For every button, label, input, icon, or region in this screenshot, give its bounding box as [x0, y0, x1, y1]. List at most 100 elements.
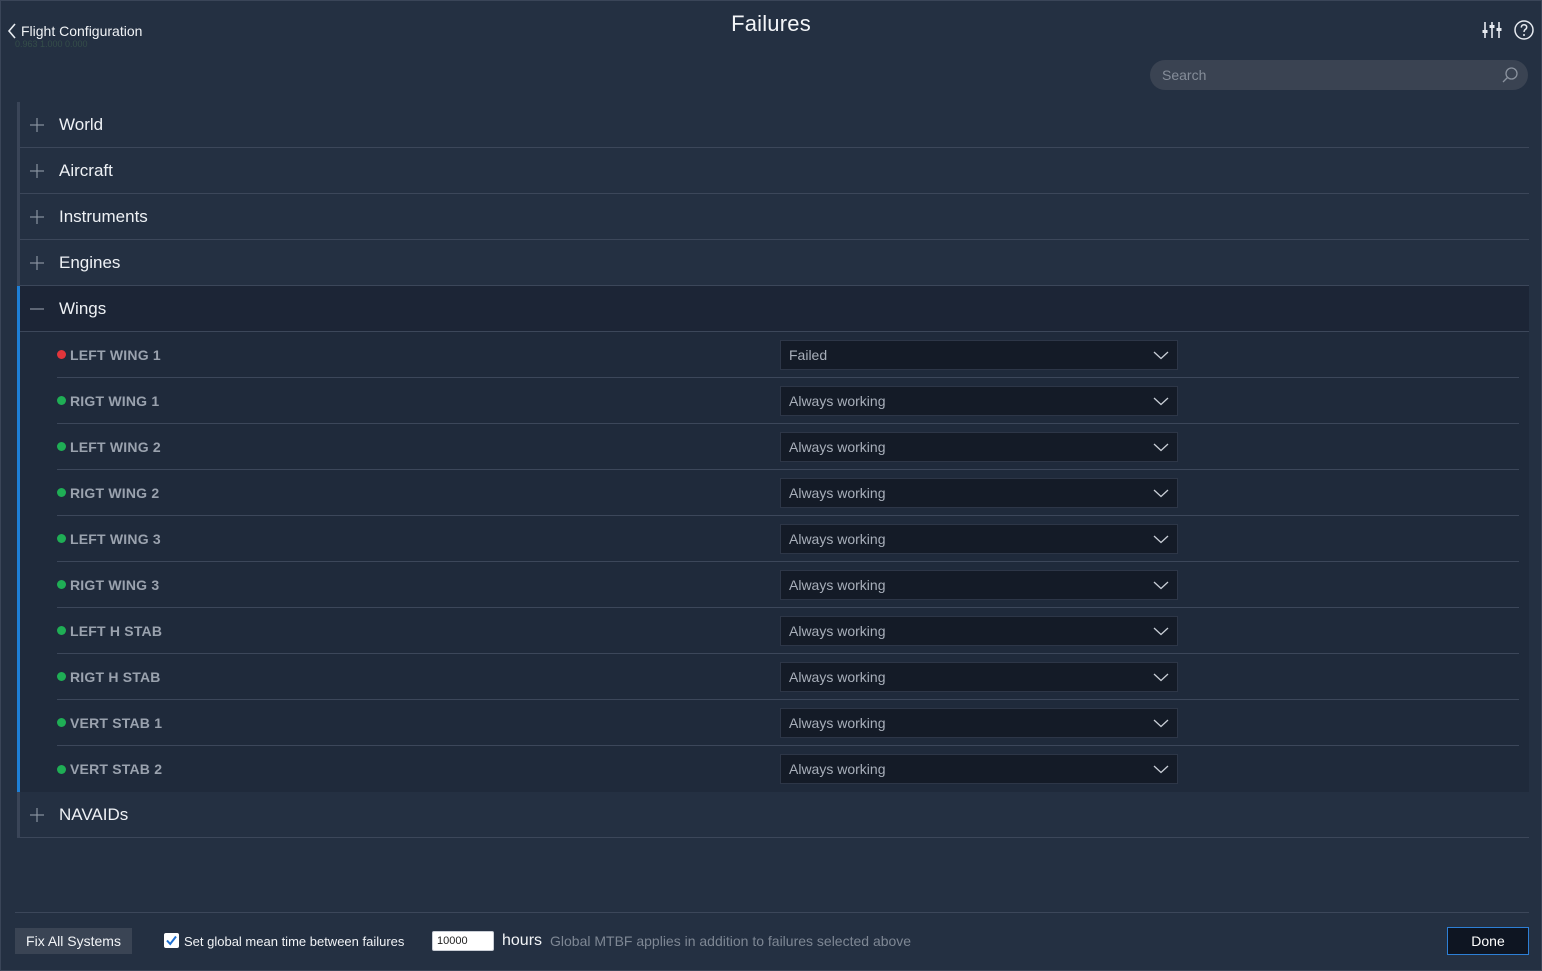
help-circle-icon[interactable]	[1513, 19, 1535, 41]
expand-plus-icon	[30, 255, 44, 270]
collapse-minus-icon	[30, 307, 44, 310]
global-mtbf-label: Set global mean time between failures	[184, 934, 405, 949]
global-mtbf-checkbox[interactable]	[164, 933, 179, 948]
failure-name: LEFT WING 3	[70, 530, 161, 547]
status-dot-icon	[57, 626, 66, 635]
category-engines[interactable]: Engines	[20, 240, 1529, 286]
dropdown-value: Always working	[789, 485, 886, 501]
mtbf-hours-input[interactable]	[432, 931, 494, 951]
category-aircraft[interactable]: Aircraft	[20, 148, 1529, 194]
failure-name: LEFT WING 2	[70, 438, 161, 455]
status-dot-icon	[57, 672, 66, 681]
wing-failure-rows: LEFT WING 1 Failed RIGT WING 1 Always worki…	[20, 332, 1529, 792]
failure-mode-dropdown[interactable]: Always working	[780, 478, 1178, 508]
status-dot-icon	[57, 396, 66, 405]
search-icon[interactable]	[1500, 65, 1520, 85]
expand-plus-icon	[30, 117, 44, 132]
failure-name: VERT STAB 1	[70, 714, 163, 731]
category-instruments[interactable]: Instruments	[20, 194, 1529, 240]
dropdown-value: Always working	[789, 669, 886, 685]
dropdown-value: Always working	[789, 577, 886, 593]
header-bar: Flight Configuration 0.963 1.000 0.000 F…	[1, 1, 1541, 49]
dropdown-value: Always working	[789, 761, 886, 777]
chevron-down-icon	[1153, 443, 1169, 452]
failure-mode-dropdown[interactable]: Failed	[780, 340, 1178, 370]
chevron-down-icon	[1153, 719, 1169, 728]
failure-row: RIGT WING 3 Always working	[57, 562, 1519, 608]
dropdown-value: Always working	[789, 715, 886, 731]
chevron-down-icon	[1153, 765, 1169, 774]
expand-plus-icon	[30, 163, 44, 178]
dropdown-value: Failed	[789, 347, 828, 363]
failure-name: RIGT WING 2	[70, 484, 160, 501]
failure-mode-dropdown[interactable]: Always working	[780, 386, 1178, 416]
status-dot-icon	[57, 534, 66, 543]
failure-name: RIGT WING 1	[70, 392, 160, 409]
failure-row: VERT STAB 1 Always working	[57, 700, 1519, 746]
failures-window: Flight Configuration 0.963 1.000 0.000 F…	[0, 0, 1542, 971]
status-dot-icon	[57, 764, 66, 774]
ghost-overlay-text: 0.963 1.000 0.000	[15, 39, 88, 49]
status-dot-icon	[57, 580, 66, 589]
failure-category-list: World Aircraft Instruments Engines Wings…	[17, 102, 1529, 838]
failure-row: RIGT H STAB Always working	[57, 654, 1519, 700]
failure-name: VERT STAB 2	[70, 761, 163, 777]
checkmark-icon	[166, 935, 177, 946]
failure-mode-dropdown[interactable]: Always working	[780, 432, 1178, 462]
expand-plus-icon	[30, 807, 44, 822]
failure-name: LEFT WING 1	[70, 346, 161, 363]
category-label: NAVAIDs	[59, 804, 129, 824]
failure-mode-dropdown[interactable]: Always working	[780, 708, 1178, 738]
sliders-icon[interactable]	[1481, 19, 1503, 41]
chevron-down-icon	[1153, 535, 1169, 544]
status-dot-icon	[57, 718, 66, 727]
chevron-down-icon	[1153, 673, 1169, 682]
footer-divider	[15, 912, 1529, 913]
failure-mode-dropdown[interactable]: Always working	[780, 662, 1178, 692]
failure-row: RIGT WING 1 Always working	[57, 378, 1519, 424]
expand-plus-icon	[30, 209, 44, 224]
failure-mode-dropdown[interactable]: Always working	[780, 616, 1178, 646]
dropdown-value: Always working	[789, 623, 886, 639]
chevron-down-icon	[1153, 397, 1169, 406]
hours-label: hours	[502, 932, 543, 949]
chevron-down-icon	[1153, 489, 1169, 498]
failure-mode-dropdown[interactable]: Always working	[780, 754, 1178, 784]
failure-name: RIGT H STAB	[70, 668, 161, 685]
dropdown-value: Always working	[789, 439, 886, 455]
category-label: Wings	[59, 298, 107, 318]
dropdown-value: Always working	[789, 393, 886, 409]
category-navaids[interactable]: NAVAIDs	[20, 792, 1529, 838]
category-label: Aircraft	[59, 160, 113, 180]
content-panel: World Aircraft Instruments	[9, 49, 1539, 909]
category-label: Engines	[59, 252, 121, 272]
chevron-down-icon	[1153, 627, 1169, 636]
failure-row: VERT STAB 2 Always working	[57, 746, 1519, 792]
chevron-down-icon	[1153, 351, 1169, 360]
failure-mode-dropdown[interactable]: Always working	[780, 524, 1178, 554]
failure-row: LEFT WING 1 Failed	[57, 332, 1519, 378]
category-wings[interactable]: Wings	[20, 286, 1529, 332]
search-box[interactable]	[1150, 60, 1528, 90]
status-dot-icon	[57, 488, 66, 497]
search-input[interactable]	[1150, 60, 1500, 90]
status-dot-icon	[57, 350, 66, 359]
category-label: Instruments	[59, 206, 148, 226]
mtbf-note: Global MTBF applies in addition to failu…	[550, 933, 912, 949]
failure-row: LEFT H STAB Always working	[57, 608, 1519, 654]
failure-row: LEFT WING 3 Always working	[57, 516, 1519, 562]
status-dot-icon	[57, 442, 66, 451]
done-button[interactable]: Done	[1447, 927, 1529, 955]
failure-row: RIGT WING 2 Always working	[57, 470, 1519, 516]
category-world[interactable]: World	[20, 102, 1529, 148]
dropdown-value: Always working	[789, 531, 886, 547]
failure-mode-dropdown[interactable]: Always working	[780, 570, 1178, 600]
category-wings-expanded: Wings LEFT WING 1 Failed RIGT WING 1 Always…	[17, 286, 1529, 792]
failure-row: LEFT WING 2 Always working	[57, 424, 1519, 470]
fix-all-systems-button[interactable]: Fix All Systems	[15, 928, 132, 954]
category-label: World	[59, 114, 104, 134]
page-title: Failures	[731, 11, 811, 36]
chevron-down-icon	[1153, 581, 1169, 590]
failure-name: RIGT WING 3	[70, 576, 160, 593]
failure-name: LEFT H STAB	[70, 622, 163, 639]
